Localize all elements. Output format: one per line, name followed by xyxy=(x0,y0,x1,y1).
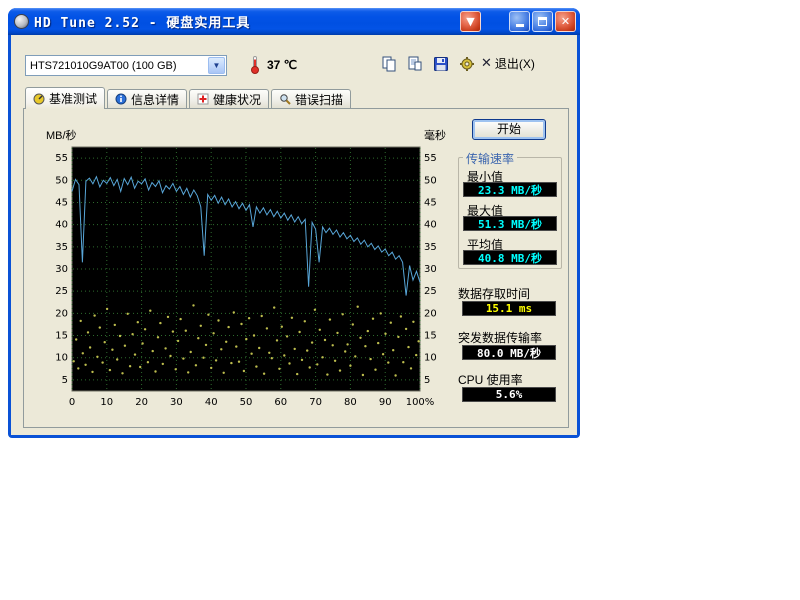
save-icon[interactable] xyxy=(431,54,451,73)
maximize-button[interactable] xyxy=(532,11,553,32)
minimize-button[interactable] xyxy=(509,11,530,32)
svg-text:100%: 100% xyxy=(406,397,435,408)
tab-error-scan[interactable]: 错误扫描 xyxy=(271,89,351,108)
tab-health[interactable]: 健康状况 xyxy=(189,89,269,108)
svg-text:15: 15 xyxy=(424,331,437,342)
close-button[interactable]: ✕ xyxy=(555,11,576,32)
svg-text:80: 80 xyxy=(344,397,357,408)
svg-text:5: 5 xyxy=(62,375,68,386)
max-value: 51.3 MB/秒 xyxy=(463,216,557,231)
avg-value: 40.8 MB/秒 xyxy=(463,250,557,265)
desktop: HD Tune 2.52 - 硬盘实用工具 ▼ ✕ HTS721010G9AT0… xyxy=(0,0,800,600)
svg-text:45: 45 xyxy=(55,197,68,208)
cpu-usage-label: CPU 使用率 xyxy=(458,371,523,388)
health-cross-icon xyxy=(197,93,209,105)
benchmark-gauge-icon xyxy=(33,93,45,105)
svg-text:35: 35 xyxy=(424,242,437,253)
window-title: HD Tune 2.52 - 硬盘实用工具 xyxy=(34,12,455,31)
cpu-usage-value: 5.6% xyxy=(462,387,556,402)
toolbar-icons xyxy=(379,54,477,73)
drive-select[interactable]: HTS721010G9AT00 (100 GB) ▼ xyxy=(25,55,227,76)
svg-text:60: 60 xyxy=(274,397,287,408)
min-value: 23.3 MB/秒 xyxy=(463,182,557,197)
start-button[interactable]: 开始 xyxy=(472,119,546,140)
tab-benchmark-label: 基准测试 xyxy=(49,90,97,107)
svg-text:40: 40 xyxy=(424,220,437,231)
x-mark-icon: ✕ xyxy=(481,56,492,71)
download-arrow-icon[interactable]: ▼ xyxy=(460,11,481,32)
svg-text:0: 0 xyxy=(69,397,75,408)
svg-text:MB/秒: MB/秒 xyxy=(46,128,77,142)
svg-text:70: 70 xyxy=(309,397,322,408)
svg-text:50: 50 xyxy=(424,175,437,186)
magnifier-icon xyxy=(279,93,291,105)
svg-text:55: 55 xyxy=(424,153,437,164)
svg-text:50: 50 xyxy=(240,397,253,408)
client-area: HTS721010G9AT00 (100 GB) ▼ 37 ℃ xyxy=(11,35,577,435)
options-gear-icon[interactable] xyxy=(457,54,477,73)
svg-text:40: 40 xyxy=(55,220,68,231)
tab-benchmark[interactable]: 基准测试 xyxy=(25,87,105,109)
svg-text:10: 10 xyxy=(55,353,68,364)
svg-text:90: 90 xyxy=(379,397,392,408)
thermometer-icon xyxy=(251,56,260,74)
svg-text:15: 15 xyxy=(55,331,68,342)
svg-text:20: 20 xyxy=(135,397,148,408)
exit-button[interactable]: ✕ 退出(X) xyxy=(481,55,535,72)
copy-text-icon[interactable] xyxy=(405,54,425,73)
svg-text:35: 35 xyxy=(55,242,68,253)
chevron-down-icon[interactable]: ▼ xyxy=(208,57,225,74)
benchmark-chart: MB/秒毫秒5510101515202025253030353540404545… xyxy=(32,119,456,423)
access-time-label: 数据存取时间 xyxy=(458,285,530,302)
hd-tune-window: HD Tune 2.52 - 硬盘实用工具 ▼ ✕ HTS721010G9AT0… xyxy=(8,8,580,438)
drive-select-value: HTS721010G9AT00 (100 GB) xyxy=(26,60,208,72)
svg-text:5: 5 xyxy=(424,375,430,386)
svg-text:20: 20 xyxy=(424,308,437,319)
svg-text:10: 10 xyxy=(100,397,113,408)
svg-text:30: 30 xyxy=(170,397,183,408)
svg-text:30: 30 xyxy=(424,264,437,275)
tab-strip: 基准测试 信息详情 健康状况 xyxy=(25,89,351,109)
minimize-icon xyxy=(516,24,524,27)
window-controls: ▼ ✕ xyxy=(460,11,576,32)
app-icon xyxy=(14,14,29,29)
tab-info-label: 信息详情 xyxy=(131,91,179,108)
burst-rate-label: 突发数据传输率 xyxy=(458,329,542,346)
exit-label: 退出(X) xyxy=(495,55,535,72)
svg-text:25: 25 xyxy=(55,286,68,297)
drive-temperature: 37 ℃ xyxy=(267,58,297,72)
svg-text:50: 50 xyxy=(55,175,68,186)
maximize-icon xyxy=(538,17,547,26)
svg-text:毫秒: 毫秒 xyxy=(424,128,446,142)
svg-text:20: 20 xyxy=(55,308,68,319)
tab-error-scan-label: 错误扫描 xyxy=(295,91,343,108)
svg-text:55: 55 xyxy=(55,153,68,164)
tab-health-label: 健康状况 xyxy=(213,91,261,108)
title-bar[interactable]: HD Tune 2.52 - 硬盘实用工具 ▼ ✕ xyxy=(8,8,580,35)
transfer-rate-group-title: 传输速率 xyxy=(463,150,517,167)
copy-screenshot-icon[interactable] xyxy=(379,54,399,73)
svg-text:25: 25 xyxy=(424,286,437,297)
svg-text:45: 45 xyxy=(424,197,437,208)
svg-text:30: 30 xyxy=(55,264,68,275)
access-time-value: 15.1 ms xyxy=(462,301,556,316)
svg-text:40: 40 xyxy=(205,397,218,408)
tab-info[interactable]: 信息详情 xyxy=(107,89,187,108)
svg-text:10: 10 xyxy=(424,353,437,364)
benchmark-tab-page: MB/秒毫秒5510101515202025253030353540404545… xyxy=(23,108,569,428)
info-icon xyxy=(115,93,127,105)
transfer-rate-group: 传输速率 最小值 23.3 MB/秒 最大值 51.3 MB/秒 平均值 40.… xyxy=(458,157,562,269)
burst-rate-value: 80.0 MB/秒 xyxy=(462,345,556,360)
